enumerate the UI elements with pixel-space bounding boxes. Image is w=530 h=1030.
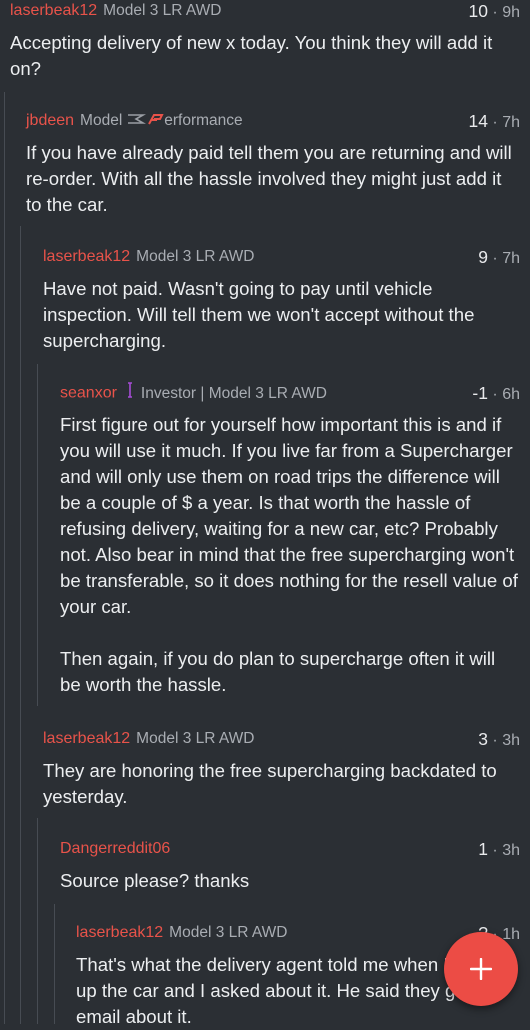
thread-guide-line[interactable]	[4, 92, 5, 1024]
comment-author[interactable]: seanxor	[60, 385, 117, 402]
comment-text: They are honoring the free supercharging…	[43, 760, 497, 807]
comment-author[interactable]: laserbeak12	[76, 924, 163, 941]
comment-meta: seanxor Investor | Model 3 LR AWD -1 · 6h	[60, 382, 520, 404]
comment-author[interactable]: laserbeak12	[43, 730, 130, 747]
user-flair: Model 3 LR AWD	[136, 730, 255, 747]
comment-text: First figure out for yourself how import…	[60, 414, 518, 617]
comment-meta: laserbeak12 Model 3 LR AWD 3 · 3h	[43, 728, 520, 750]
comment-author[interactable]: laserbeak12	[10, 2, 97, 19]
comment-body: If you have already paid tell them you a…	[26, 140, 520, 218]
comment-body: They are honoring the free supercharging…	[43, 758, 520, 810]
user-flair: Model 3 LR AWD	[169, 924, 288, 941]
comment-score: 9 · 7h	[478, 247, 520, 267]
comment[interactable]: Dangerreddit06 1 · 3h Source please? tha…	[60, 838, 520, 898]
score-value: 10	[468, 1, 488, 21]
comment-text: If you have already paid tell them you a…	[26, 142, 512, 215]
comment-author[interactable]: laserbeak12	[43, 248, 130, 265]
comment[interactable]: jbdeen Model erformance 14 · 7h If you hav…	[26, 110, 520, 220]
comment-score: -1 · 6h	[472, 383, 520, 403]
new-comment-fab-button[interactable]	[444, 932, 518, 1006]
comment-meta: jbdeen Model erformance 14 · 7h	[26, 110, 520, 132]
comment-time: 3h	[502, 842, 520, 859]
comment-body: First figure out for yourself how import…	[60, 412, 520, 698]
comment-text: Source please? thanks	[60, 870, 250, 891]
comment-time: 9h	[502, 4, 520, 21]
comment-time: 7h	[502, 250, 520, 267]
comment-time: 3h	[502, 732, 520, 749]
comment-text: Have not paid. Wasn't going to pay until…	[43, 278, 475, 351]
comment-text: Accepting delivery of new x today. You t…	[10, 32, 493, 79]
comment-thread: laserbeak12 Model 3 LR AWD 10 · 9h Accept…	[0, 0, 530, 1027]
comment-score: 14 · 7h	[468, 111, 521, 131]
comment-body: Accepting delivery of new x today. You t…	[10, 30, 520, 82]
comment-body: Have not paid. Wasn't going to pay until…	[43, 276, 520, 354]
comment-score: 10 · 9h	[468, 1, 521, 21]
model-3-logo-icon	[126, 110, 147, 132]
plus-icon	[470, 958, 492, 980]
comment[interactable]: seanxor Investor | Model 3 LR AWD -1 · 6h…	[60, 382, 520, 704]
investor-flair-icon	[127, 382, 133, 405]
comment-author[interactable]: jbdeen	[26, 112, 74, 129]
comment-meta: laserbeak12Model 3 LR AWD ? · 1h	[76, 922, 520, 944]
comment[interactable]: laserbeak12 Model 3 LR AWD 10 · 9h Accept…	[10, 0, 520, 90]
comment-meta: Dangerreddit06 1 · 3h	[60, 838, 520, 860]
user-flair: Model 3 LR AWD	[136, 248, 255, 265]
comment-score: 3 · 3h	[478, 729, 520, 749]
user-flair: Model erformance	[80, 112, 243, 129]
user-flair: Model 3 LR AWD	[103, 2, 222, 19]
thread-guide-line[interactable]	[37, 364, 38, 706]
user-flair: Investor | Model 3 LR AWD	[140, 384, 327, 402]
thread-guide-line[interactable]	[37, 818, 38, 1024]
comment-meta: laserbeak12 Model 3 LR AWD 9 · 7h	[43, 246, 520, 268]
comment-text: Then again, if you do plan to supercharg…	[60, 648, 496, 695]
comment-time: 7h	[502, 114, 520, 131]
score-value: 9	[478, 247, 488, 267]
comment[interactable]: laserbeak12 Model 3 LR AWD 9 · 7h Have no…	[43, 246, 520, 356]
score-value: 3	[478, 729, 488, 749]
comment-meta: laserbeak12 Model 3 LR AWD 10 · 9h	[10, 0, 520, 22]
score-value: 1	[478, 839, 488, 859]
thread-guide-line[interactable]	[20, 226, 21, 1024]
comment-score: 1 · 3h	[478, 839, 520, 859]
comment-time: 6h	[502, 386, 520, 403]
performance-p-icon	[148, 110, 164, 132]
comment-author[interactable]: Dangerreddit06	[60, 840, 170, 857]
comment[interactable]: laserbeak12 Model 3 LR AWD 3 · 3h They ar…	[43, 728, 520, 812]
score-value: -1	[472, 383, 488, 403]
score-value: 14	[468, 111, 488, 131]
thread-guide-line[interactable]	[54, 904, 55, 1024]
comment-body: Source please? thanks	[60, 868, 520, 894]
